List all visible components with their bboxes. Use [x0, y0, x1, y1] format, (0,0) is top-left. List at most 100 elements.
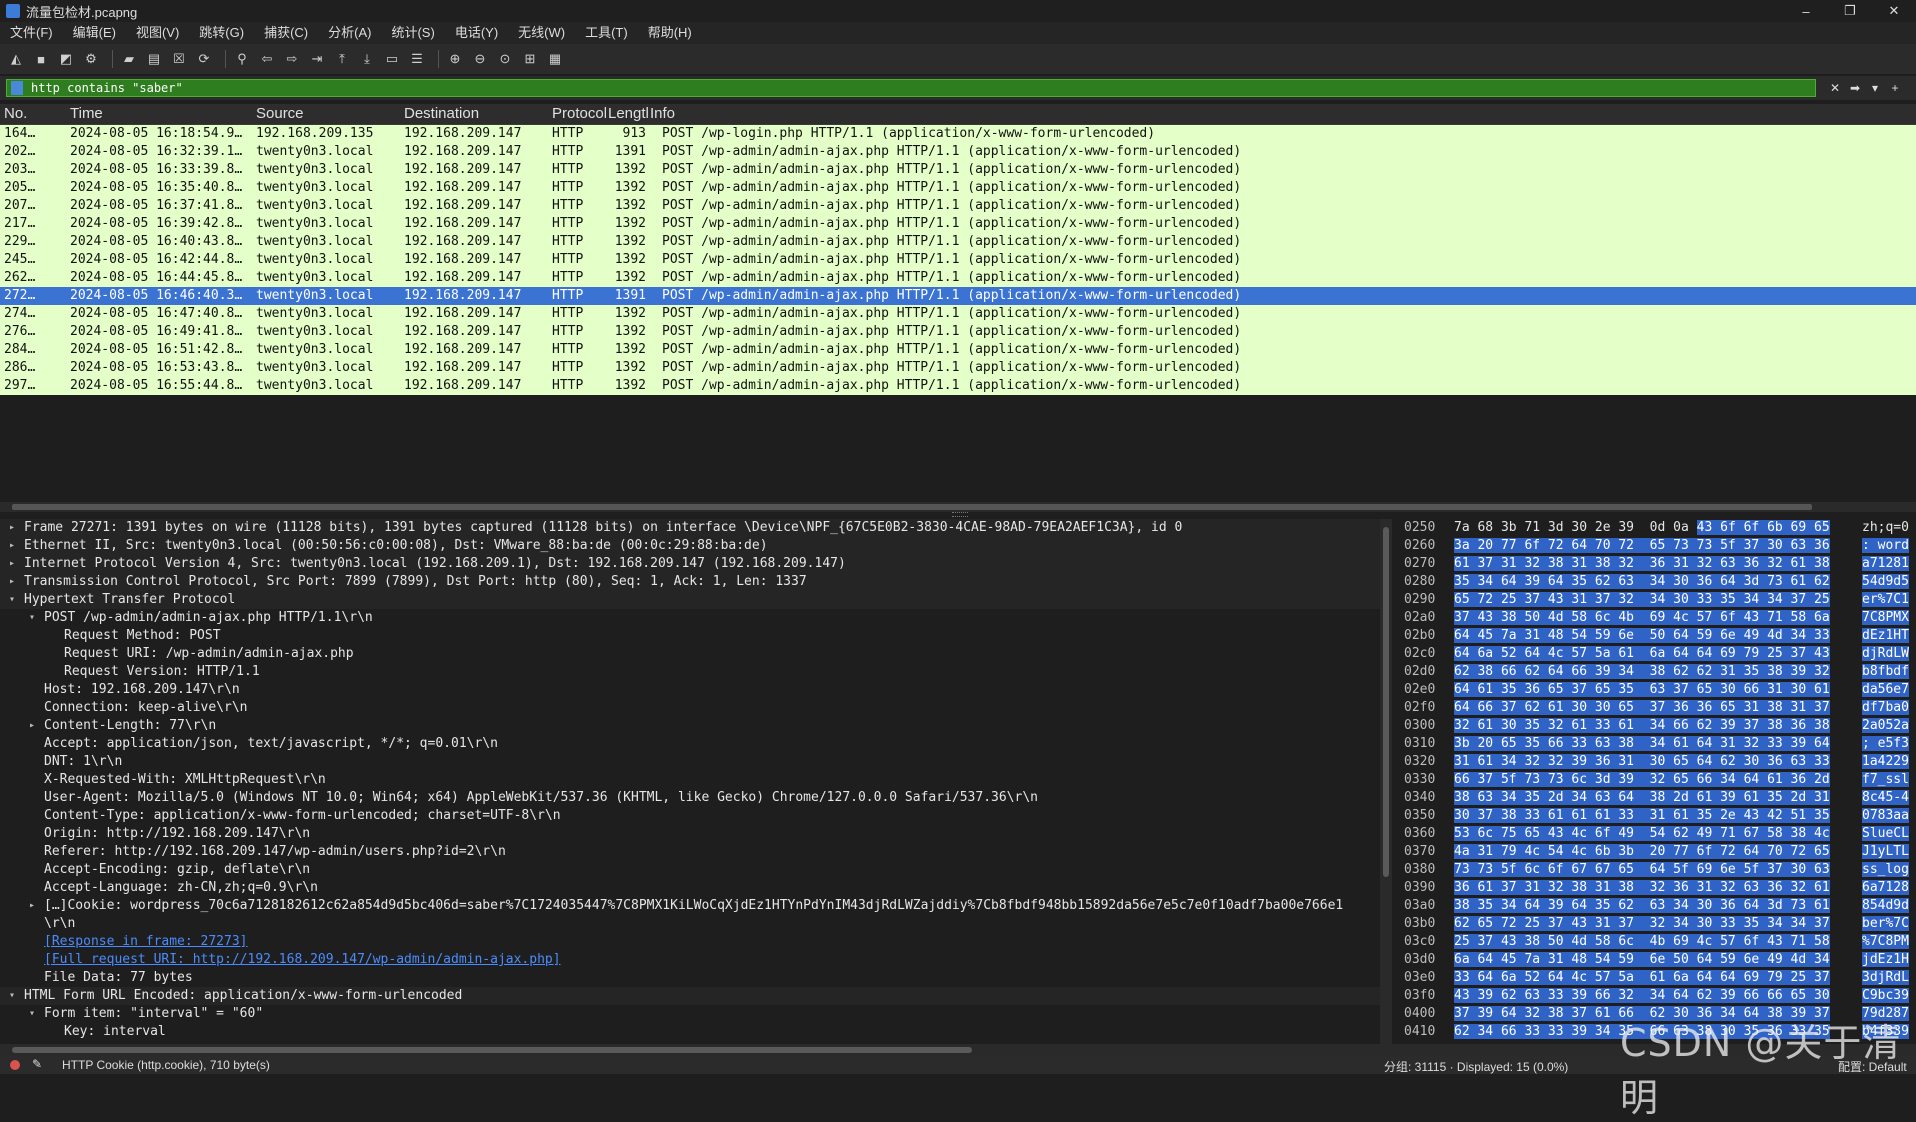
detail-line[interactable]: ▸ […]Cookie: wordpress_70c6a7128182612c6…	[0, 897, 1380, 915]
packet-row[interactable]: 286… 2024-08-05 16:53:43.8… twenty0n3.loca…	[0, 359, 1916, 377]
packet-row[interactable]: 205… 2024-08-05 16:35:40.8… twenty0n3.loca…	[0, 179, 1916, 197]
hex-row[interactable]: 02e0 64 61 35 36 65 37 65 35 63 37 65 30 …	[1396, 681, 1916, 699]
hex-row[interactable]: 03f0 43 39 62 63 33 39 66 32 34 64 62 39 …	[1396, 987, 1916, 1005]
hex-row[interactable]: 0300 32 61 30 35 32 61 33 61 34 66 62 39 …	[1396, 717, 1916, 735]
apply-filter-icon[interactable]: ➡	[1848, 81, 1862, 95]
detail-line[interactable]: ▾ Hypertext Transfer Protocol	[0, 591, 1380, 609]
detail-line[interactable]: ▾ HTML Form URL Encoded: application/x-ww…	[0, 987, 1380, 1005]
detail-line[interactable]: Request URI: /wp-admin/admin-ajax.php	[0, 645, 1380, 663]
packet-row[interactable]: 245… 2024-08-05 16:42:44.8… twenty0n3.loca…	[0, 251, 1916, 269]
hex-row[interactable]: 0350 30 37 38 33 61 61 61 33 31 61 35 2e …	[1396, 807, 1916, 825]
menu-item[interactable]: 工具(T)	[575, 22, 638, 44]
normal-size-icon[interactable]: ⊙	[495, 49, 515, 69]
zoom-out-icon[interactable]: ⊖	[470, 49, 490, 69]
pane-splitter-handle[interactable]	[952, 512, 968, 517]
packet-row[interactable]: 297… 2024-08-05 16:55:44.8… twenty0n3.loca…	[0, 377, 1916, 395]
detail-line[interactable]: Origin: http://192.168.209.147\r\n	[0, 825, 1380, 843]
menu-item[interactable]: 统计(S)	[381, 22, 444, 44]
scrollbar-thumb[interactable]	[1383, 527, 1389, 877]
packet-row[interactable]: 272… 2024-08-05 16:46:40.3… twenty0n3.loca…	[0, 287, 1916, 305]
hex-row[interactable]: 0280 35 34 64 39 64 35 62 63 34 30 36 64 …	[1396, 573, 1916, 591]
collapsed-arrow-icon[interactable]: ▸	[6, 519, 18, 537]
detail-link[interactable]: [Full request URI: http://192.168.209.14…	[44, 951, 561, 969]
detail-line[interactable]: ▸ Transmission Control Protocol, Src Port…	[0, 573, 1380, 591]
detail-line[interactable]: ▸ Frame 27271: 1391 bytes on wire (11128 …	[0, 519, 1380, 537]
menu-item[interactable]: 捕获(C)	[254, 22, 318, 44]
menu-item[interactable]: 帮助(H)	[638, 22, 702, 44]
detail-line[interactable]: [Full request URI: http://192.168.209.14…	[0, 951, 1380, 969]
zoom-in-icon[interactable]: ⊕	[445, 49, 465, 69]
detail-line[interactable]: DNT: 1\r\n	[0, 753, 1380, 771]
column-source[interactable]: Source	[256, 105, 396, 122]
column-destination[interactable]: Destination	[404, 105, 544, 122]
menu-item[interactable]: 分析(A)	[318, 22, 381, 44]
packet-row[interactable]: 207… 2024-08-05 16:37:41.8… twenty0n3.loca…	[0, 197, 1916, 215]
colorize-icon[interactable]: ☰	[407, 49, 427, 69]
hex-row[interactable]: 03b0 62 65 72 25 37 43 31 37 32 34 30 33 …	[1396, 915, 1916, 933]
auto-scroll-icon[interactable]: ▭	[382, 49, 402, 69]
detail-line[interactable]: Referer: http://192.168.209.147/wp-admin…	[0, 843, 1380, 861]
column-time[interactable]: Time	[70, 105, 200, 122]
menu-item[interactable]: 电话(Y)	[445, 22, 508, 44]
last-packet-icon[interactable]: ⤓	[357, 49, 377, 69]
capture-status-icon[interactable]	[10, 1060, 20, 1070]
collapsed-arrow-icon[interactable]: ▸	[26, 897, 38, 915]
detail-line[interactable]: User-Agent: Mozilla/5.0 (Windows NT 10.0…	[0, 789, 1380, 807]
scrollbar-thumb[interactable]	[12, 504, 1812, 510]
layout-icon[interactable]: ▦	[545, 49, 565, 69]
detail-line[interactable]: Host: 192.168.209.147\r\n	[0, 681, 1380, 699]
hex-row[interactable]: 02b0 64 45 7a 31 48 54 59 6e 50 64 59 6e …	[1396, 627, 1916, 645]
restore-button[interactable]: ❐	[1828, 0, 1872, 22]
menu-item[interactable]: 无线(W)	[508, 22, 575, 44]
go-to-packet-icon[interactable]: ⇥	[307, 49, 327, 69]
hex-row[interactable]: 0270 61 37 31 32 38 31 38 32 36 31 32 63 …	[1396, 555, 1916, 573]
packet-row[interactable]: 203… 2024-08-05 16:33:39.8… twenty0n3.loca…	[0, 161, 1916, 179]
column-protocol[interactable]: Protocol	[552, 105, 606, 122]
hex-row[interactable]: 0380 73 73 5f 6c 6f 67 67 65 64 5f 69 6e …	[1396, 861, 1916, 879]
expanded-arrow-icon[interactable]: ▾	[26, 609, 38, 627]
detail-line[interactable]: Accept: application/json, text/javascrip…	[0, 735, 1380, 753]
shark-fin-start-icon[interactable]: ◭	[6, 49, 26, 69]
menu-item[interactable]: 视图(V)	[126, 22, 189, 44]
hex-row[interactable]: 0310 3b 20 65 35 66 33 63 38 34 61 64 31 …	[1396, 735, 1916, 753]
stop-icon[interactable]: ■	[31, 49, 51, 69]
hex-row[interactable]: 02a0 37 43 38 50 4d 58 6c 4b 69 4c 57 6f …	[1396, 609, 1916, 627]
column-no[interactable]: No.	[4, 105, 44, 122]
first-packet-icon[interactable]: ⤒	[332, 49, 352, 69]
resize-columns-icon[interactable]: ⊞	[520, 49, 540, 69]
detail-line[interactable]: Request Version: HTTP/1.1	[0, 663, 1380, 681]
packet-row[interactable]: 274… 2024-08-05 16:47:40.8… twenty0n3.loca…	[0, 305, 1916, 323]
menu-item[interactable]: 编辑(E)	[63, 22, 126, 44]
detail-line[interactable]: File Data: 77 bytes	[0, 969, 1380, 987]
expanded-arrow-icon[interactable]: ▾	[6, 591, 18, 609]
packet-row[interactable]: 229… 2024-08-05 16:40:43.8… twenty0n3.loca…	[0, 233, 1916, 251]
hex-row[interactable]: 02f0 64 66 37 62 61 30 30 65 37 36 36 65 …	[1396, 699, 1916, 717]
detail-line[interactable]: ▾ Form item: "interval" = "60"	[0, 1005, 1380, 1023]
add-filter-button-icon[interactable]: +	[1888, 81, 1902, 95]
hex-row[interactable]: 0260 3a 20 77 6f 72 64 70 72 65 73 73 5f …	[1396, 537, 1916, 555]
save-file-icon[interactable]: ▤	[144, 49, 164, 69]
detail-line[interactable]: Connection: keep-alive\r\n	[0, 699, 1380, 717]
packet-row[interactable]: 276… 2024-08-05 16:49:41.8… twenty0n3.loca…	[0, 323, 1916, 341]
menu-item[interactable]: 文件(F)	[0, 22, 63, 44]
detail-line[interactable]: Accept-Language: zh-CN,zh;q=0.9\r\n	[0, 879, 1380, 897]
hex-row[interactable]: 0370 4a 31 79 4c 54 4c 6b 3b 20 77 6f 72 …	[1396, 843, 1916, 861]
collapsed-arrow-icon[interactable]: ▸	[6, 555, 18, 573]
back-arrow-icon[interactable]: ⇦	[257, 49, 277, 69]
detail-line[interactable]: ▾ POST /wp-admin/admin-ajax.php HTTP/1.1\…	[0, 609, 1380, 627]
hex-row[interactable]: 03e0 33 64 6a 52 64 4c 57 5a 61 6a 64 64 …	[1396, 969, 1916, 987]
detail-line[interactable]: ▸ Internet Protocol Version 4, Src: twent…	[0, 555, 1380, 573]
hex-row[interactable]: 0290 65 72 25 37 43 31 37 32 34 30 33 35 …	[1396, 591, 1916, 609]
hex-row[interactable]: 0360 53 6c 75 65 43 4c 6f 49 54 62 49 71 …	[1396, 825, 1916, 843]
column-length[interactable]: Length	[608, 105, 648, 122]
forward-arrow-icon[interactable]: ⇨	[282, 49, 302, 69]
detail-line[interactable]: \r\n	[0, 915, 1380, 933]
detail-line[interactable]: Accept-Encoding: gzip, deflate\r\n	[0, 861, 1380, 879]
hex-row[interactable]: 02c0 64 6a 52 64 4c 57 5a 61 6a 64 64 69 …	[1396, 645, 1916, 663]
close-file-icon[interactable]: ☒	[169, 49, 189, 69]
collapsed-arrow-icon[interactable]: ▸	[26, 717, 38, 735]
clear-filter-icon[interactable]: ✕	[1828, 81, 1842, 95]
details-scrollbar[interactable]	[1380, 519, 1392, 1044]
close-button[interactable]: ✕	[1872, 0, 1916, 22]
detail-line[interactable]: X-Requested-With: XMLHttpRequest\r\n	[0, 771, 1380, 789]
